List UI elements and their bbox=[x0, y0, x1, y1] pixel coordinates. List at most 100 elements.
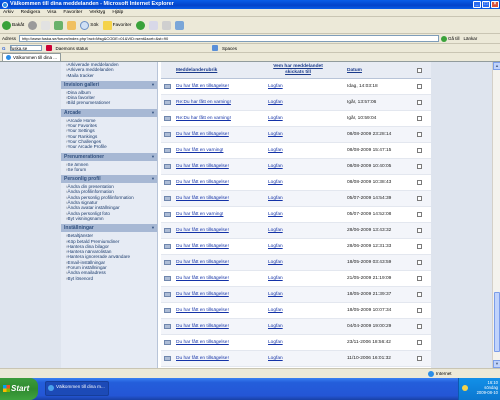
message-subject-link[interactable]: Du har fått en tillsägelse! bbox=[176, 356, 229, 361]
row-checkbox[interactable] bbox=[417, 228, 422, 233]
row-checkbox[interactable] bbox=[417, 356, 422, 361]
sidebar-section-arcade[interactable]: Arcade ▼ bbox=[61, 108, 157, 117]
start-button[interactable]: Start bbox=[0, 378, 38, 400]
go-button[interactable]: Gå till bbox=[441, 35, 460, 42]
sidebar-item-change-password[interactable]: Byt lösenord bbox=[66, 276, 157, 281]
message-subject-link[interactable]: Du har fått en tillsägelse! bbox=[176, 84, 229, 89]
tab-messages[interactable]: Välkommen till dina ... bbox=[2, 53, 62, 61]
message-recipient-link[interactable]: Logfan bbox=[268, 212, 283, 217]
message-subject-link[interactable]: Du har fått en tillsägelse! bbox=[176, 132, 229, 137]
row-checkbox[interactable] bbox=[417, 308, 422, 313]
sidebar-item-display-name[interactable]: Byt visningsnamn bbox=[66, 216, 157, 221]
row-checkbox[interactable] bbox=[417, 132, 422, 137]
message-recipient-link[interactable]: Logfan bbox=[268, 132, 283, 137]
collapse-icon[interactable]: ▼ bbox=[151, 153, 155, 161]
maximize-button[interactable]: □ bbox=[482, 1, 490, 8]
message-subject-link[interactable]: Du har fått en tillsägelse! bbox=[176, 340, 229, 345]
sidebar-item-bildprenum[interactable]: Bild prenumerationer bbox=[66, 100, 157, 105]
message-subject-link[interactable]: Du har fått en tillsägelse! bbox=[176, 228, 229, 233]
message-subject-link[interactable]: Du har fått en varning! bbox=[176, 212, 223, 217]
row-checkbox[interactable] bbox=[417, 100, 422, 105]
message-subject-link[interactable]: Du har fått en tillsägelse! bbox=[176, 260, 229, 265]
message-subject-link[interactable]: Du har fått en tillsägelse! bbox=[176, 292, 229, 297]
message-recipient-link[interactable]: Logfan bbox=[268, 292, 283, 297]
message-subject-link[interactable]: Du har fått en tillsägelse! bbox=[176, 276, 229, 281]
menu-arkiv[interactable]: Arkiv bbox=[3, 9, 14, 16]
message-recipient-link[interactable]: Logfan bbox=[268, 276, 283, 281]
spaces-link[interactable]: Spaces bbox=[222, 46, 237, 51]
menu-verktyg[interactable]: Verktyg bbox=[89, 9, 105, 16]
message-recipient-link[interactable]: Logfan bbox=[268, 180, 283, 185]
row-checkbox[interactable] bbox=[417, 244, 422, 249]
menu-visa[interactable]: Visa bbox=[47, 9, 56, 16]
message-recipient-link[interactable]: Logfan bbox=[268, 244, 283, 249]
message-subject-link[interactable]: Du har fått en tillsägelse! bbox=[176, 244, 229, 249]
print-icon[interactable] bbox=[161, 20, 171, 30]
vertical-scrollbar[interactable]: ▲ ▼ bbox=[492, 62, 500, 368]
collapse-icon[interactable]: ▼ bbox=[151, 109, 155, 117]
message-recipient-link[interactable]: Logfan bbox=[268, 228, 283, 233]
collapse-icon[interactable]: ▼ bbox=[151, 224, 155, 232]
row-checkbox[interactable] bbox=[417, 116, 422, 121]
message-subject-link[interactable]: Du har fått en tillsägelse! bbox=[176, 308, 229, 313]
forward-arrow-icon[interactable] bbox=[28, 20, 38, 30]
message-recipient-link[interactable]: Logfan bbox=[268, 196, 283, 201]
sidebar-item-se-forum[interactable]: Se forum bbox=[66, 167, 157, 172]
mail-icon[interactable] bbox=[148, 20, 158, 30]
search-button[interactable]: Sök bbox=[80, 20, 99, 30]
sidebar-item-mail-tracker[interactable]: Maila tracker bbox=[66, 73, 157, 78]
message-subject-link[interactable]: Re:Du har fått en varning! bbox=[176, 100, 231, 105]
home-icon[interactable] bbox=[67, 20, 77, 30]
message-subject-link[interactable]: Re:Du har fått en varning! bbox=[176, 116, 231, 121]
message-subject-link[interactable]: Du har fått en varning! bbox=[176, 148, 223, 153]
message-recipient-link[interactable]: Logfan bbox=[268, 340, 283, 345]
message-recipient-link[interactable]: Logfan bbox=[268, 84, 283, 89]
tray-icon[interactable] bbox=[462, 385, 468, 391]
message-recipient-link[interactable]: Logfan bbox=[268, 308, 283, 313]
menu-redigera[interactable]: Redigera bbox=[21, 9, 40, 16]
edit-icon[interactable] bbox=[174, 20, 184, 30]
message-recipient-link[interactable]: Logfan bbox=[268, 260, 283, 265]
message-recipient-link[interactable]: Logfan bbox=[268, 356, 283, 361]
header-sender[interactable]: Vem har meddelandet skickats till bbox=[268, 64, 328, 75]
sidebar-section-subscriptions[interactable]: Prenumerationer ▼ bbox=[61, 152, 157, 161]
message-subject-link[interactable]: Du har fått en tillsägelse! bbox=[176, 196, 229, 201]
favorites-button[interactable]: Favoriter bbox=[102, 20, 132, 30]
row-checkbox[interactable] bbox=[417, 260, 422, 265]
header-subject[interactable]: Meddelanderubrik bbox=[176, 68, 217, 74]
message-subject-link[interactable]: Du har fått en tillsägelse! bbox=[176, 324, 229, 329]
row-checkbox[interactable] bbox=[417, 292, 422, 297]
taskbar-item-ie[interactable]: Välkommen till dina m... bbox=[45, 381, 109, 396]
links-label[interactable]: Länkar bbox=[464, 36, 478, 41]
row-checkbox[interactable] bbox=[417, 324, 422, 329]
row-checkbox[interactable] bbox=[417, 180, 422, 185]
row-checkbox[interactable] bbox=[417, 84, 422, 89]
row-checkbox[interactable] bbox=[417, 196, 422, 201]
row-checkbox[interactable] bbox=[417, 212, 422, 217]
sidebar-section-settings[interactable]: Inställningar ▼ bbox=[61, 224, 157, 233]
scroll-down-icon[interactable]: ▼ bbox=[493, 360, 500, 368]
row-checkbox[interactable] bbox=[417, 148, 422, 153]
row-checkbox[interactable] bbox=[417, 276, 422, 281]
back-button[interactable]: Bakåt bbox=[2, 20, 24, 30]
message-recipient-link[interactable]: Logfan bbox=[268, 116, 283, 121]
message-subject-link[interactable]: Du har fått en tillsägelse! bbox=[176, 164, 229, 169]
menu-favoriter[interactable]: Favoriter bbox=[63, 9, 82, 16]
row-checkbox[interactable] bbox=[417, 340, 422, 345]
header-date[interactable]: Datum bbox=[347, 68, 362, 74]
collapse-icon[interactable]: ▼ bbox=[151, 81, 155, 89]
daemon-status[interactable]: Daemons status bbox=[56, 46, 89, 51]
message-recipient-link[interactable]: Logfan bbox=[268, 324, 283, 329]
scroll-thumb[interactable] bbox=[494, 292, 500, 352]
refresh-icon[interactable] bbox=[54, 20, 64, 30]
close-button[interactable]: × bbox=[491, 1, 499, 8]
address-input[interactable]: http://www.fuska.se/forum/index.php?act=… bbox=[19, 35, 440, 42]
message-recipient-link[interactable]: Logfan bbox=[268, 100, 283, 105]
message-recipient-link[interactable]: Logfan bbox=[268, 164, 283, 169]
sidebar-item-arcade-profile[interactable]: Your Arcade Profile bbox=[66, 144, 157, 149]
minimize-button[interactable]: _ bbox=[473, 1, 481, 8]
message-subject-link[interactable]: Du har fått en tillsägelse! bbox=[176, 180, 229, 185]
scroll-up-icon[interactable]: ▲ bbox=[493, 62, 500, 70]
menu-hjalp[interactable]: Hjälp bbox=[112, 9, 123, 16]
history-icon[interactable] bbox=[135, 20, 145, 30]
